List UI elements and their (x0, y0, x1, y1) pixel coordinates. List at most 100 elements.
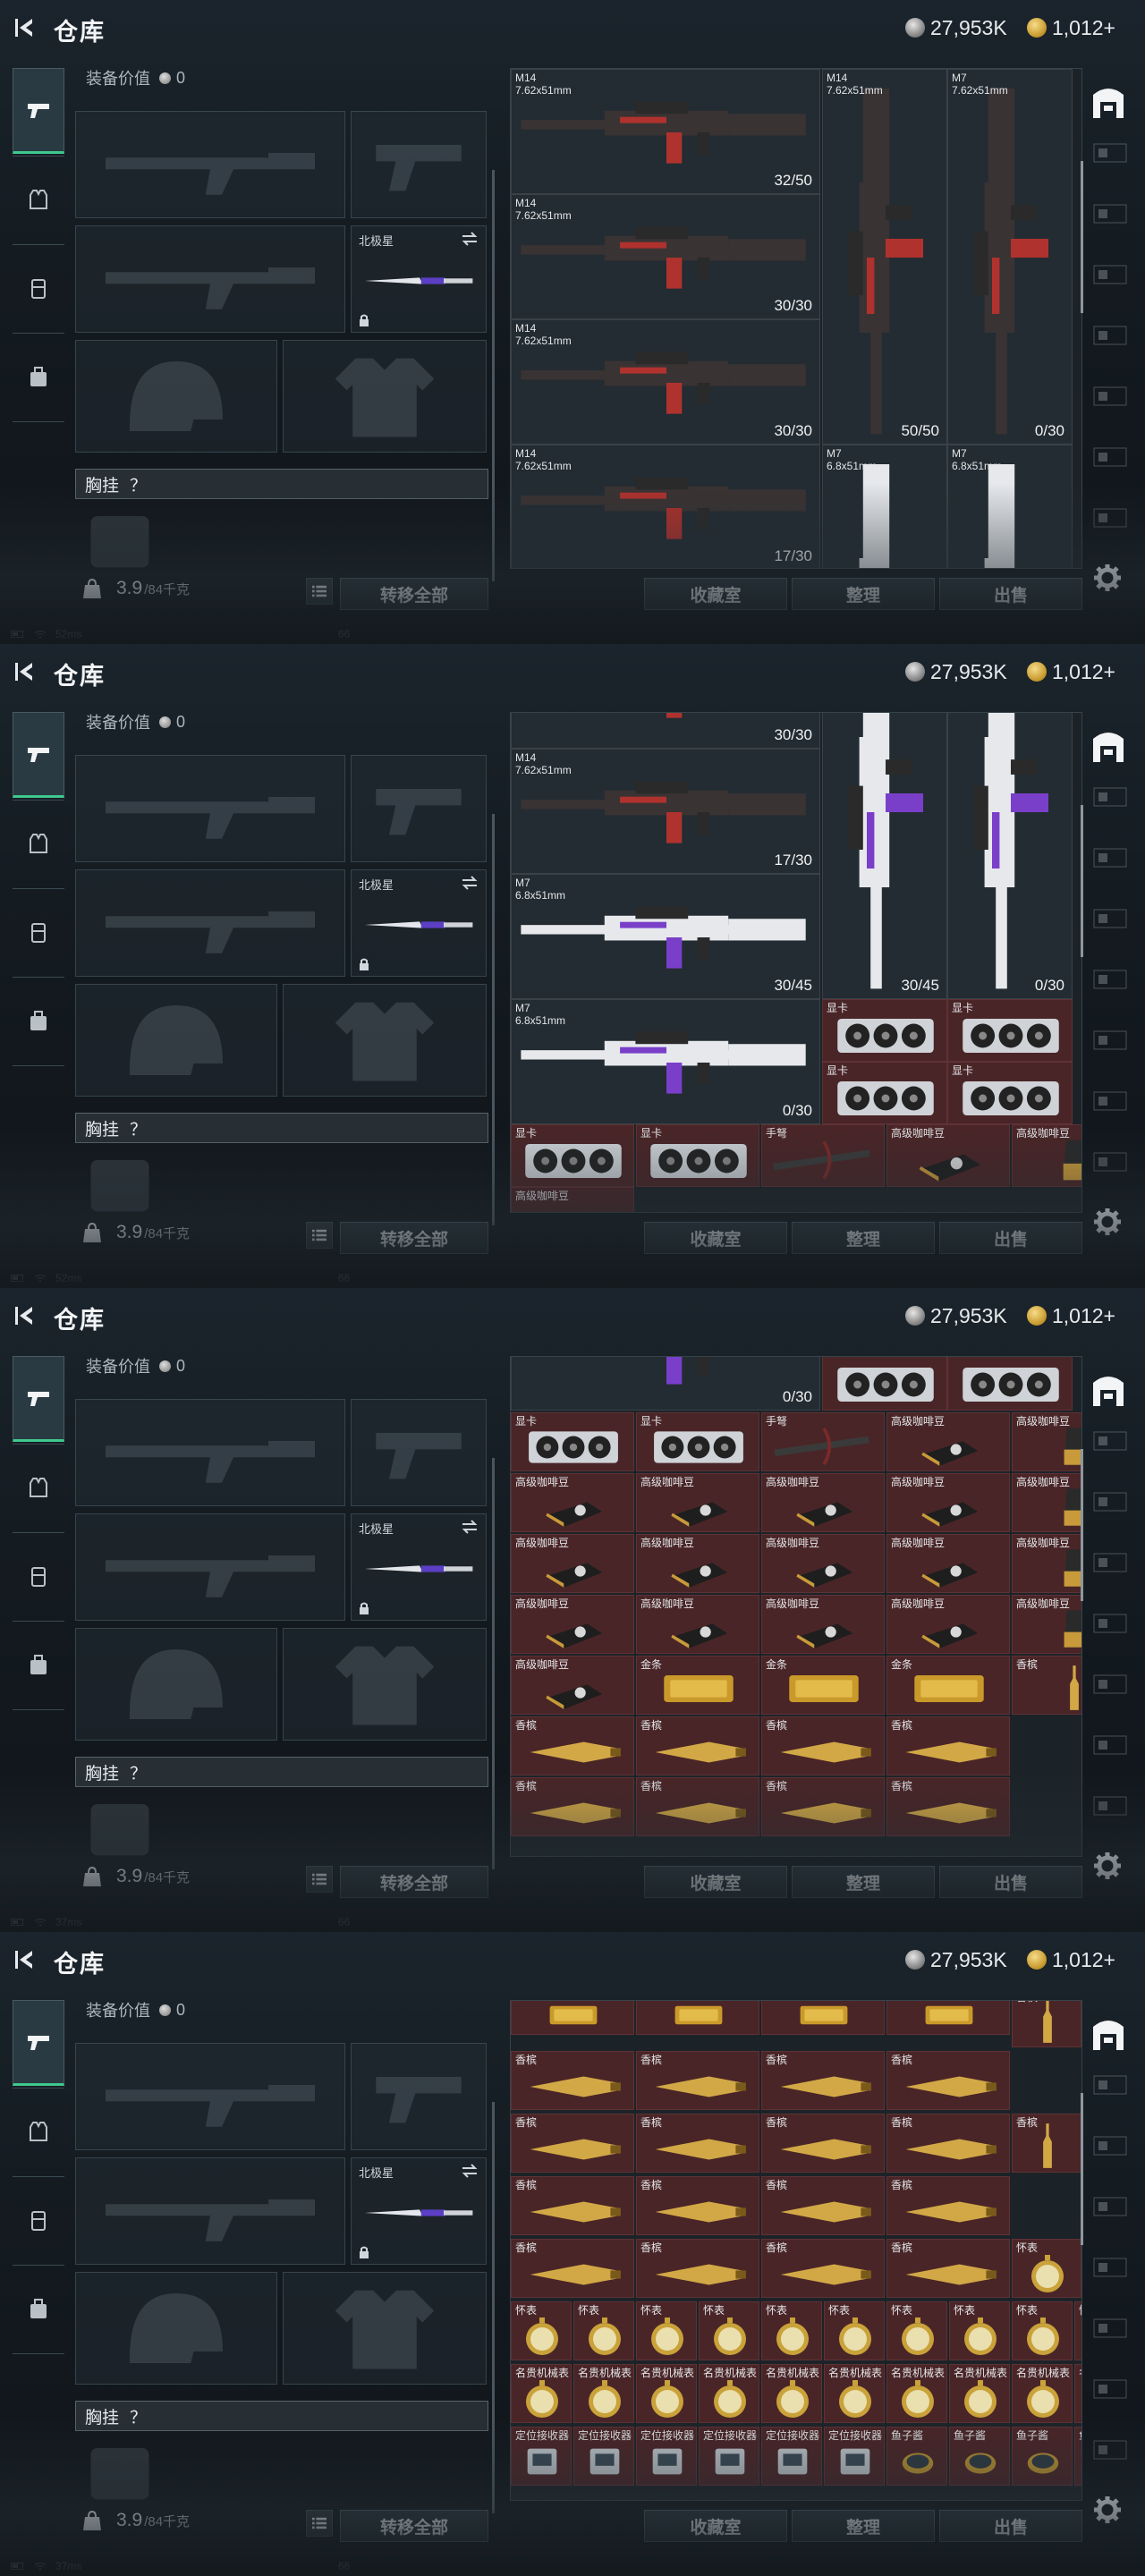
nav-weapons[interactable] (13, 68, 64, 154)
storage-item[interactable]: M7 6.8x51mm 0/30 (511, 999, 820, 1124)
sidearm-slot[interactable] (351, 1399, 487, 1506)
storage-item[interactable]: 30/45 (822, 713, 947, 999)
storage-item[interactable]: 高级咖啡豆 (636, 1595, 759, 1654)
storage-item[interactable]: 高级咖啡豆 (761, 1534, 885, 1593)
storage-item[interactable]: 手弩 (761, 1412, 885, 1471)
gold-currency[interactable]: 1,012+ (1027, 1947, 1115, 1972)
storage-tab-icon[interactable] (1093, 1735, 1127, 1755)
storage-item[interactable]: 名贵机械表 (511, 2364, 572, 2423)
nav-armor[interactable] (13, 1445, 64, 1530)
storage-tab-icon[interactable] (1093, 1431, 1127, 1451)
storage-item[interactable]: M14 7.62x51mm 32/50 (511, 69, 820, 194)
storage-tab-icon[interactable] (1093, 204, 1127, 224)
storage-item[interactable] (886, 2001, 1010, 2035)
storage-item[interactable]: 高级咖啡豆 (886, 1124, 1010, 1187)
primary-weapon-slot-1[interactable] (75, 2043, 345, 2150)
storage-item[interactable]: 高级咖啡豆 (1012, 1595, 1081, 1654)
storage-item[interactable]: 高级咖啡豆 (1012, 1534, 1081, 1593)
storage-item[interactable]: 高级咖啡豆 (511, 1595, 634, 1654)
nav-backpack[interactable] (13, 2266, 64, 2351)
storage-item[interactable]: 名贵机械表 (1074, 2364, 1081, 2423)
equipment-scrollbar[interactable] (492, 1458, 495, 1869)
chest-rig-slot[interactable]: 胸挂 ？ (75, 2401, 488, 2431)
storage-item[interactable]: 怀表 (1012, 2301, 1073, 2360)
sell-button[interactable]: 出售 (939, 578, 1082, 610)
settings-gear-icon[interactable] (1091, 562, 1124, 594)
primary-weapon-slot-1[interactable] (75, 111, 345, 218)
storage-item[interactable]: 金条 (761, 1656, 885, 1715)
storage-tab-icon[interactable] (1093, 1152, 1127, 1172)
storage-scrollbar[interactable] (1081, 805, 1083, 957)
gold-currency[interactable]: 1,012+ (1027, 15, 1115, 40)
storage-item[interactable]: 怀表 (699, 2301, 759, 2360)
storage-item[interactable]: 高级咖啡豆 (636, 1473, 759, 1532)
storage-item[interactable]: 30/30 (511, 713, 820, 749)
storage-item[interactable]: 定位接收器 (824, 2427, 885, 2486)
storage-item[interactable]: M7 6.8x51mm (822, 445, 947, 568)
back-button[interactable] (13, 658, 39, 685)
storage-item[interactable]: 香槟 (761, 2114, 885, 2173)
storage-item[interactable]: 怀表 (824, 2301, 885, 2360)
storage-item[interactable]: 高级咖啡豆 (511, 1473, 634, 1532)
primary-weapon-slot-2[interactable] (75, 1513, 345, 1621)
storage-tab-icon[interactable] (1093, 508, 1127, 528)
nav-chest-rig[interactable] (13, 889, 64, 975)
storage-item[interactable]: 香槟 (1012, 2114, 1081, 2173)
storage-scrollbar[interactable] (1081, 1449, 1083, 1601)
equipment-scrollbar[interactable] (492, 170, 495, 581)
nav-chest-rig[interactable] (13, 245, 64, 331)
nav-backpack[interactable] (13, 978, 64, 1063)
body-armor-slot[interactable] (283, 984, 487, 1097)
storage-item[interactable]: 香槟 (511, 1716, 634, 1775)
collection-room-button[interactable]: 收藏室 (644, 578, 787, 610)
storage-tab-icon[interactable] (1093, 2318, 1127, 2338)
list-view-button[interactable] (306, 2510, 333, 2537)
body-armor-slot[interactable] (283, 2272, 487, 2385)
storage-item[interactable]: 手弩 (761, 1124, 885, 1187)
storage-item[interactable]: 香槟 (761, 2239, 885, 2298)
storage-item[interactable]: M7 6.8x51mm (947, 445, 1073, 568)
storage-item[interactable]: 香槟 (636, 2114, 759, 2173)
storage-tab-icon[interactable] (1093, 143, 1127, 163)
transfer-all-button[interactable]: 转移全部 (340, 1222, 488, 1254)
storage-tab-icon[interactable] (1093, 447, 1127, 467)
storage-tab-icon[interactable] (1093, 787, 1127, 807)
primary-weapon-slot-2[interactable] (75, 2157, 345, 2265)
storage-item[interactable]: 香槟 (761, 2051, 885, 2110)
storage-item[interactable] (947, 1357, 1073, 1411)
storage-tab-icon[interactable] (1093, 326, 1127, 345)
sell-button[interactable]: 出售 (939, 2510, 1082, 2542)
storage-item[interactable]: 显卡 (511, 1124, 634, 1187)
settings-gear-icon[interactable] (1091, 2494, 1124, 2526)
storage-item[interactable]: 香槟 (511, 1777, 634, 1836)
nav-weapons[interactable] (13, 712, 64, 798)
storage-item[interactable]: M14 7.62x51mm 30/30 (511, 319, 820, 445)
storage-tab-icon[interactable] (1093, 2197, 1127, 2216)
storage-item[interactable] (822, 1357, 947, 1411)
storage-item[interactable]: 怀表 (949, 2301, 1010, 2360)
nav-armor[interactable] (13, 2089, 64, 2174)
warehouse-tab-icon[interactable] (1086, 723, 1131, 767)
melee-slot[interactable]: 北极星 (351, 225, 487, 333)
storage-tab-icon[interactable] (1093, 2075, 1127, 2095)
gold-currency[interactable]: 1,012+ (1027, 1303, 1115, 1328)
storage-tab-icon[interactable] (1093, 1614, 1127, 1633)
storage-tab-icon[interactable] (1093, 2379, 1127, 2399)
storage-item[interactable]: 香槟 (761, 1716, 885, 1775)
nav-backpack[interactable] (13, 334, 64, 419)
storage-item[interactable]: 0/30 (947, 713, 1073, 999)
back-button[interactable] (13, 14, 39, 41)
warehouse-tab-icon[interactable] (1086, 2011, 1131, 2055)
storage-item[interactable]: 名贵机械表 (699, 2364, 759, 2423)
storage-item[interactable]: 香槟 (636, 1777, 759, 1836)
transfer-all-button[interactable]: 转移全部 (340, 1866, 488, 1898)
storage-item[interactable]: 怀表 (1074, 2301, 1081, 2360)
storage-item[interactable]: 鱼子酱 (1012, 2427, 1073, 2486)
primary-weapon-slot-2[interactable] (75, 225, 345, 333)
storage-item[interactable]: 高级咖啡豆 (636, 1534, 759, 1593)
chest-rig-slot[interactable]: 胸挂 ？ (75, 1757, 488, 1787)
list-view-button[interactable] (306, 578, 333, 605)
storage-item[interactable]: 定位接收器 (699, 2427, 759, 2486)
transfer-all-button[interactable]: 转移全部 (340, 2510, 488, 2542)
storage-tab-icon[interactable] (1093, 2258, 1127, 2277)
